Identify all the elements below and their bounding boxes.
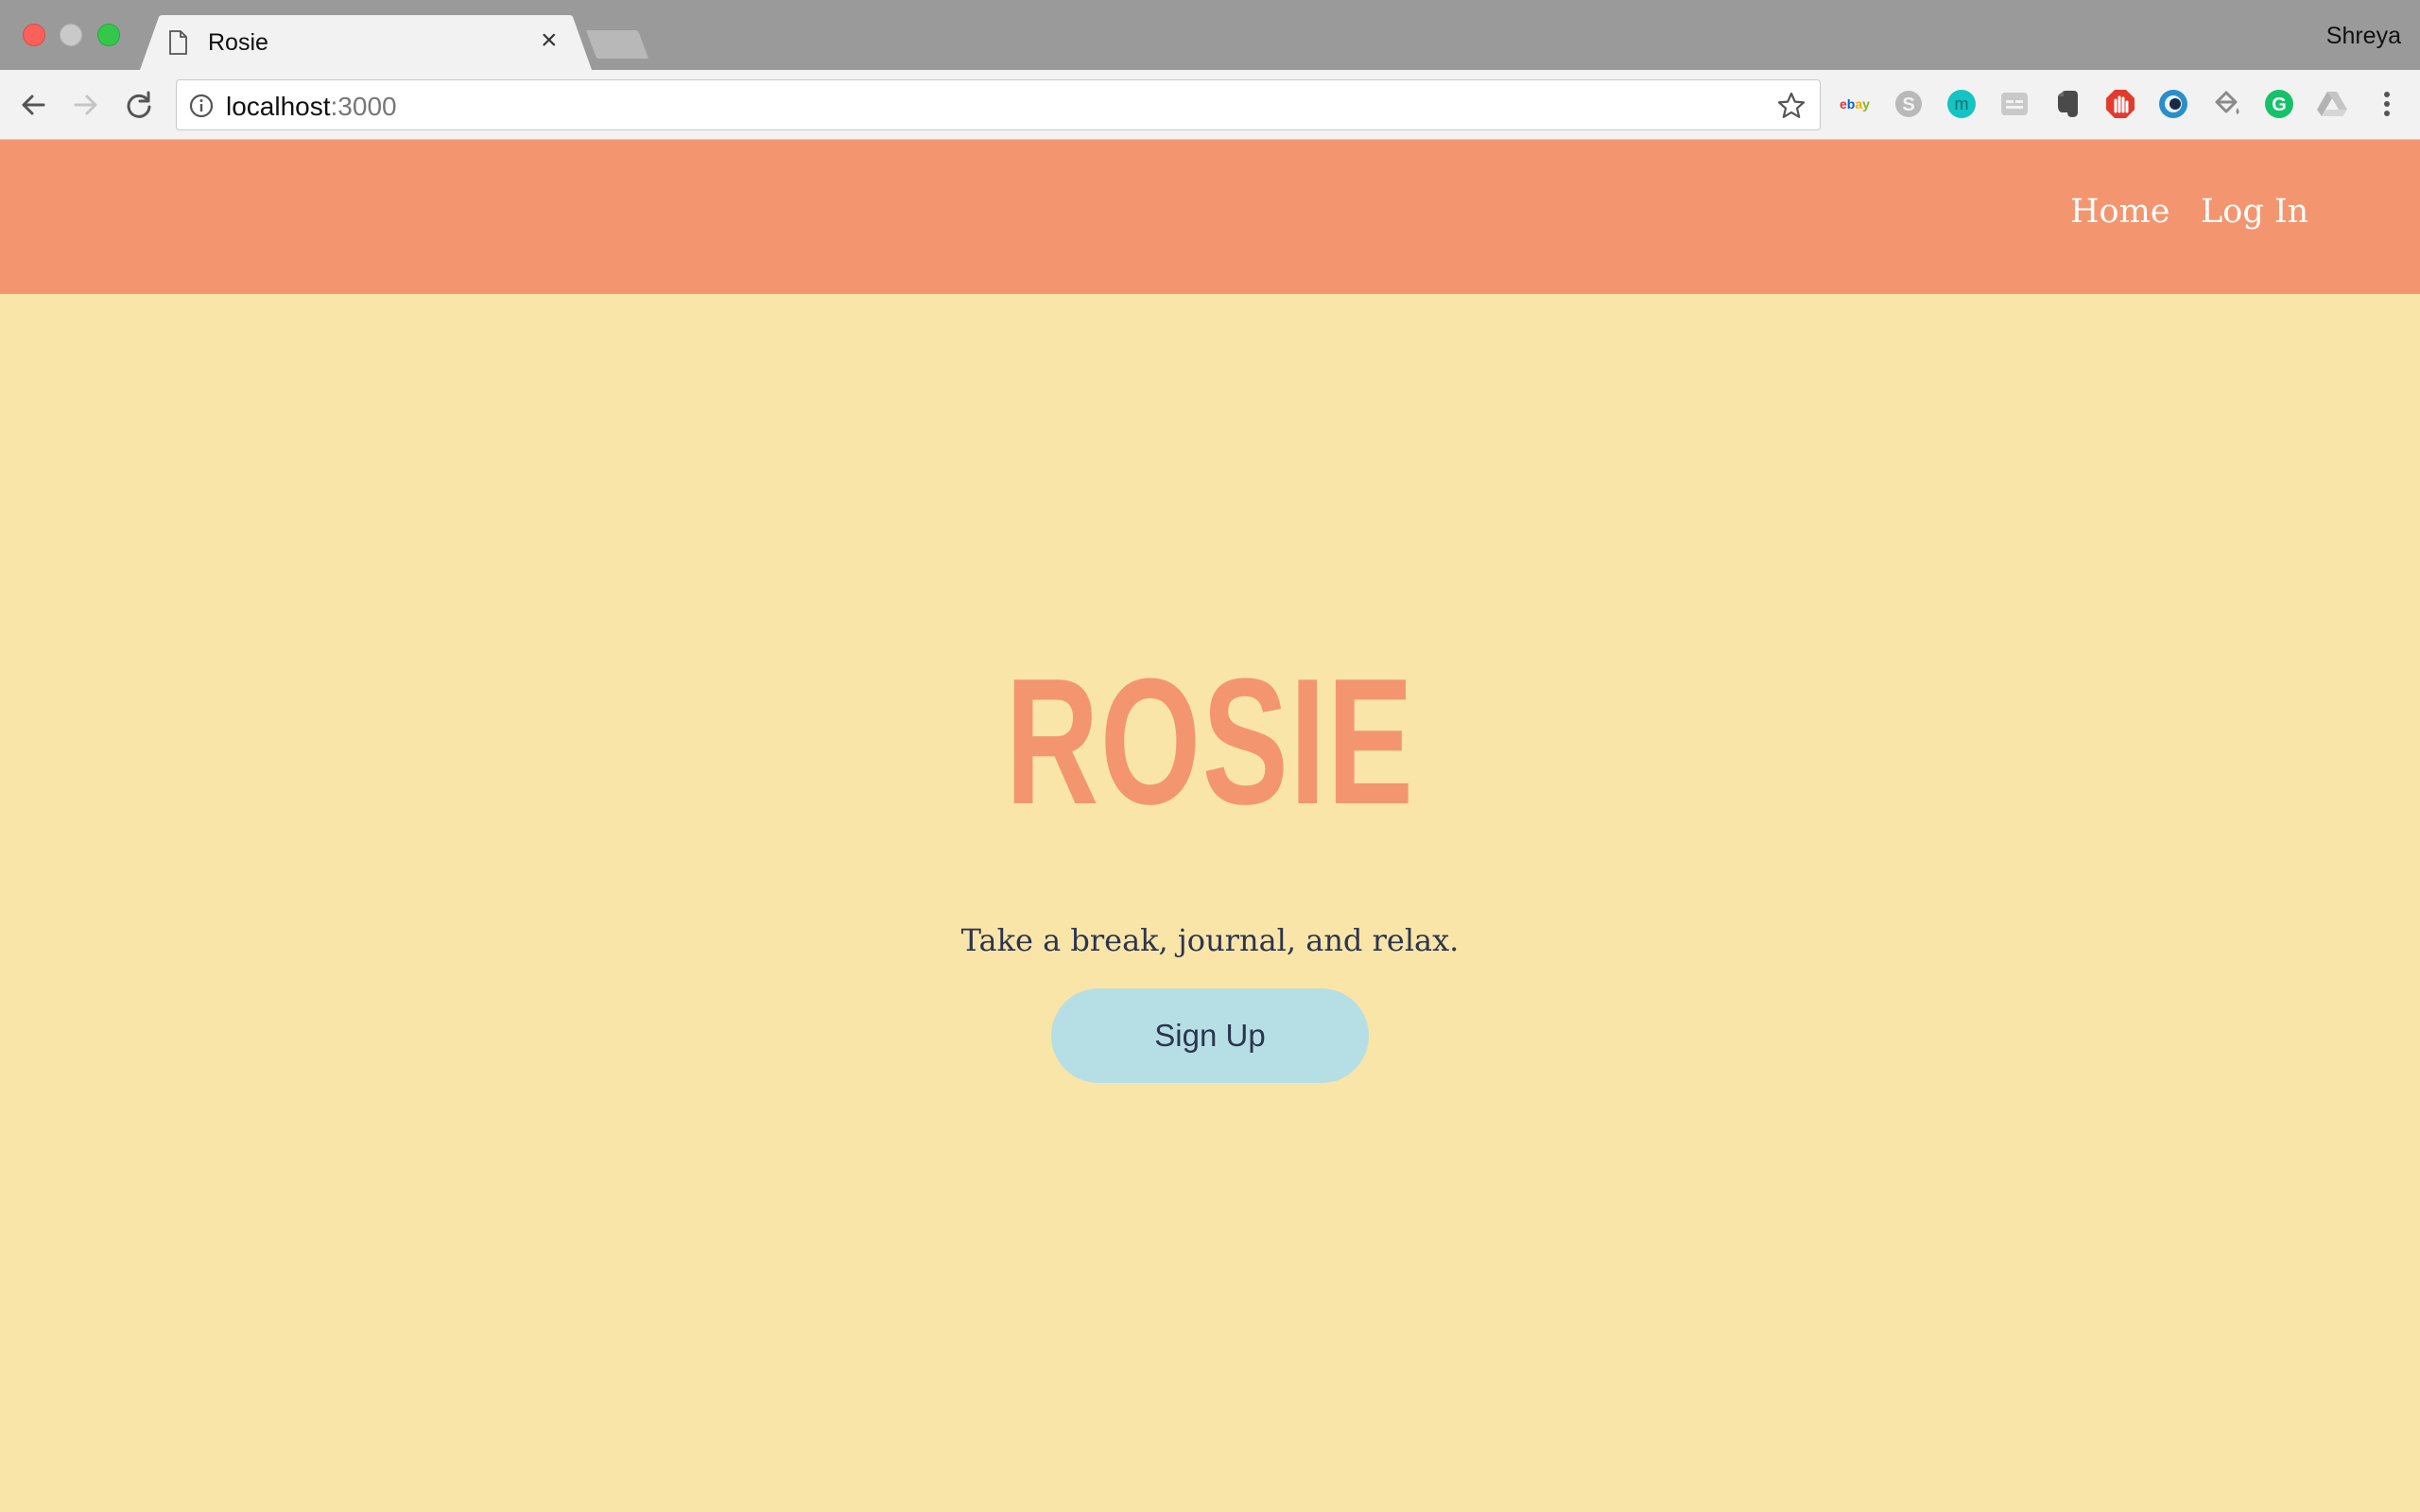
drive-icon[interactable] xyxy=(2315,87,2349,121)
site-header: Home Log In xyxy=(0,140,2420,294)
window-minimize-button[interactable] xyxy=(60,24,82,46)
browser-titlebar: Rosie × Shreya xyxy=(0,0,2420,70)
url-text[interactable]: localhost:3000 xyxy=(226,92,397,122)
hero-title: ROSIE xyxy=(1005,642,1415,842)
hero-tagline: Take a break, journal, and relax. xyxy=(960,922,1460,958)
reload-icon xyxy=(127,91,151,118)
adblock-icon[interactable] xyxy=(2103,87,2137,121)
back-arrow-icon xyxy=(22,94,45,115)
reader-icon[interactable] xyxy=(1997,87,2031,121)
new-tab-button[interactable] xyxy=(586,28,648,60)
forward-button[interactable] xyxy=(68,87,104,123)
svg-text:G: G xyxy=(2272,94,2287,115)
address-bar[interactable]: localhost:3000 xyxy=(176,79,1821,130)
reload-button[interactable] xyxy=(121,87,157,123)
svg-text:ebay: ebay xyxy=(1840,96,1870,112)
url-port: :3000 xyxy=(330,92,397,121)
svg-text:m: m xyxy=(1955,94,1969,113)
more-vert-icon[interactable] xyxy=(2370,87,2404,121)
m-extension-icon[interactable]: m xyxy=(1945,87,1979,121)
document-icon xyxy=(169,30,187,55)
back-button[interactable] xyxy=(15,87,51,123)
evernote-icon[interactable] xyxy=(2050,87,2084,121)
nav-home-link[interactable]: Home xyxy=(2070,193,2170,231)
tab-close-icon[interactable]: × xyxy=(541,26,558,55)
url-host: localhost xyxy=(226,92,331,121)
skype-icon[interactable]: S xyxy=(1892,87,1926,121)
paint-bucket-icon[interactable] xyxy=(2209,87,2243,121)
window-close-button[interactable] xyxy=(23,24,45,46)
info-icon[interactable] xyxy=(188,93,215,119)
forward-arrow-icon xyxy=(74,94,97,115)
svg-text:S: S xyxy=(1902,94,1914,115)
nav-login-link[interactable]: Log In xyxy=(2201,193,2308,231)
grammarly-icon[interactable]: G xyxy=(2262,87,2296,121)
profile-name[interactable]: Shreya xyxy=(2326,23,2401,50)
tab-title: Rosie xyxy=(208,29,268,56)
browser-tab[interactable]: Rosie × xyxy=(140,15,592,70)
window-maximize-button[interactable] xyxy=(97,24,120,46)
signup-button[interactable]: Sign Up xyxy=(1051,988,1369,1083)
star-icon[interactable] xyxy=(1776,91,1806,121)
ebay-icon[interactable]: ebay xyxy=(1839,87,1873,121)
eye-icon[interactable] xyxy=(2156,87,2190,121)
